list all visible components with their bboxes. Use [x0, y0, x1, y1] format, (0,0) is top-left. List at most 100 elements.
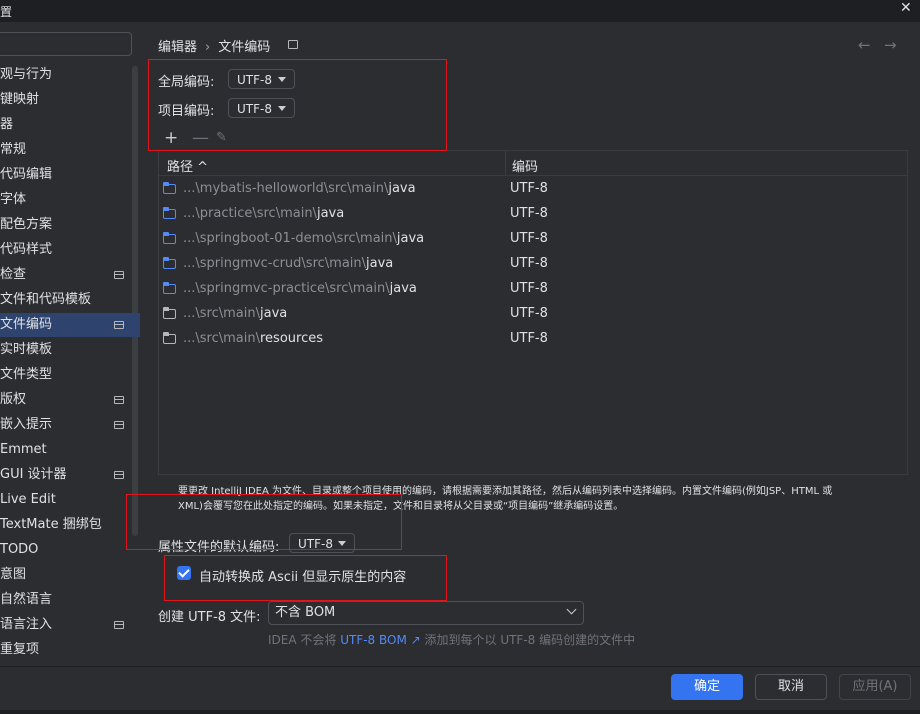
- sidebar-item[interactable]: 自然语言: [0, 588, 130, 612]
- row-path: ...\springmvc-practice\src\main\java: [183, 281, 417, 296]
- sidebar-item[interactable]: 嵌入提示: [0, 413, 130, 437]
- sidebar-item-label: 常规: [0, 142, 27, 157]
- table-row[interactable]: ...\mybatis-helloworld\src\main\java UTF-…: [159, 177, 907, 202]
- sidebar-item[interactable]: 文件类型: [0, 363, 130, 387]
- sidebar-item[interactable]: Live Edit: [0, 488, 130, 512]
- sidebar-item[interactable]: TextMate 捆绑包: [0, 513, 130, 537]
- project-scope-icon: [114, 471, 124, 479]
- project-scope-icon: [114, 396, 124, 404]
- sidebar-item-label: 文件和代码模板: [0, 292, 92, 307]
- sidebar-item[interactable]: 文件编码: [0, 313, 140, 337]
- sidebar-item[interactable]: 重复项: [0, 638, 130, 662]
- table-row[interactable]: ...\src\main\java UTF-8: [159, 302, 907, 327]
- row-path-leaf: resources: [260, 331, 324, 346]
- table-row[interactable]: ...\practice\src\main\java UTF-8: [159, 202, 907, 227]
- table-row[interactable]: ...\springmvc-practice\src\main\java UTF-…: [159, 277, 907, 302]
- sidebar-item-label: 代码编辑: [0, 167, 53, 182]
- window-title: 置: [0, 5, 13, 19]
- sidebar-item-label: Emmet: [0, 442, 47, 457]
- project-scope-icon: [114, 421, 124, 429]
- sidebar-item-label: TextMate 捆绑包: [0, 517, 102, 532]
- bom-dropdown[interactable]: 不含 BOM: [268, 601, 584, 625]
- path-column-header[interactable]: 路径 ^: [167, 156, 208, 175]
- table-row[interactable]: ...\springmvc-crud\src\main\java UTF-8: [159, 252, 907, 277]
- breadcrumb-separator: ›: [205, 40, 211, 55]
- sidebar-item[interactable]: GUI 设计器: [0, 463, 130, 487]
- sidebar-item[interactable]: TODO: [0, 538, 130, 562]
- breadcrumb-parent[interactable]: 编辑器: [158, 40, 197, 55]
- sidebar-item[interactable]: 检查: [0, 263, 130, 287]
- row-encoding[interactable]: UTF-8: [510, 206, 548, 221]
- title-bar: [0, 0, 920, 22]
- row-path: ...\practice\src\main\java: [183, 206, 344, 221]
- back-arrow-icon[interactable]: ←: [858, 36, 871, 54]
- forward-arrow-icon[interactable]: →: [884, 36, 897, 54]
- settings-search-input[interactable]: [0, 32, 132, 56]
- folder-icon: [163, 307, 176, 319]
- project-scope-icon: [114, 621, 124, 629]
- row-encoding[interactable]: UTF-8: [510, 331, 548, 346]
- ok-button[interactable]: 确定: [671, 674, 743, 700]
- close-icon[interactable]: ✕: [900, 0, 912, 16]
- bom-hint-before: IDEA 不会将: [268, 633, 341, 647]
- source-folder-icon: [163, 282, 176, 294]
- row-encoding[interactable]: UTF-8: [510, 281, 548, 296]
- sidebar-item[interactable]: 意图: [0, 563, 130, 587]
- row-path-prefix: ...\mybatis-helloworld\src\main\: [183, 181, 389, 196]
- row-encoding[interactable]: UTF-8: [510, 306, 548, 321]
- sidebar-item[interactable]: 文件和代码模板: [0, 288, 130, 312]
- row-path-prefix: ...\springboot-01-demo\src\main\: [183, 231, 397, 246]
- row-encoding[interactable]: UTF-8: [510, 256, 548, 271]
- bom-value: 不含 BOM: [275, 605, 336, 620]
- sidebar-item-label: 代码样式: [0, 242, 53, 257]
- sidebar-item-label: 检查: [0, 267, 27, 282]
- sidebar-item[interactable]: 实时模板: [0, 338, 130, 362]
- apply-button[interactable]: 应用(A): [839, 674, 911, 700]
- row-encoding[interactable]: UTF-8: [510, 181, 548, 196]
- column-divider: [505, 151, 506, 175]
- utf8-bom-link[interactable]: UTF-8 BOM ↗: [340, 633, 420, 647]
- breadcrumb: 编辑器 › 文件编码: [158, 36, 270, 55]
- sidebar-item-label: 自然语言: [0, 592, 53, 607]
- sidebar-item[interactable]: 器: [0, 113, 130, 137]
- sidebar-item[interactable]: 键映射: [0, 88, 130, 112]
- sidebar-item-label: TODO: [0, 542, 39, 557]
- source-folder-icon: [163, 182, 176, 194]
- annotation-box-encodings: [148, 59, 447, 151]
- sidebar-item[interactable]: 代码编辑: [0, 163, 130, 187]
- row-path: ...\springmvc-crud\src\main\java: [183, 256, 393, 271]
- sidebar-item-label: 嵌入提示: [0, 417, 53, 432]
- sidebar-item[interactable]: 代码样式: [0, 238, 130, 262]
- sidebar-item-label: 配色方案: [0, 217, 53, 232]
- source-folder-icon: [163, 257, 176, 269]
- sidebar-item-label: 键映射: [0, 92, 40, 107]
- row-encoding[interactable]: UTF-8: [510, 231, 548, 246]
- sidebar-item[interactable]: Emmet: [0, 438, 130, 462]
- row-path-leaf: java: [388, 181, 416, 196]
- annotation-box-properties: [126, 494, 402, 550]
- project-scope-icon: [288, 40, 298, 49]
- breadcrumb-current: 文件编码: [218, 40, 271, 55]
- sidebar-item[interactable]: 语言注入: [0, 613, 130, 637]
- sidebar-item-label: 意图: [0, 567, 27, 582]
- row-path-prefix: ...\springmvc-practice\src\main\: [183, 281, 390, 296]
- row-path-leaf: java: [389, 281, 417, 296]
- encoding-column-header[interactable]: 编码: [512, 156, 538, 175]
- sidebar-item[interactable]: 字体: [0, 188, 130, 212]
- sidebar-item-label: 文件编码: [0, 317, 53, 332]
- row-path-leaf: java: [316, 206, 345, 221]
- chevron-down-icon: [566, 604, 577, 615]
- annotation-box-ascii: [164, 555, 447, 601]
- table-row[interactable]: ...\src\main\resources UTF-8: [159, 327, 907, 352]
- sidebar-item[interactable]: 常规: [0, 138, 130, 162]
- sidebar-item[interactable]: 版权: [0, 388, 130, 412]
- sidebar-item[interactable]: 配色方案: [0, 213, 130, 237]
- folder-icon: [163, 332, 176, 344]
- table-row[interactable]: ...\springboot-01-demo\src\main\java UTF-…: [159, 227, 907, 252]
- cancel-button[interactable]: 取消: [755, 674, 827, 700]
- sidebar-item[interactable]: 观与行为: [0, 63, 130, 87]
- project-scope-icon: [114, 271, 124, 279]
- sidebar-item-label: 字体: [0, 192, 27, 207]
- sidebar-item-label: 语言注入: [0, 617, 53, 632]
- sidebar-scrollbar[interactable]: [132, 66, 138, 536]
